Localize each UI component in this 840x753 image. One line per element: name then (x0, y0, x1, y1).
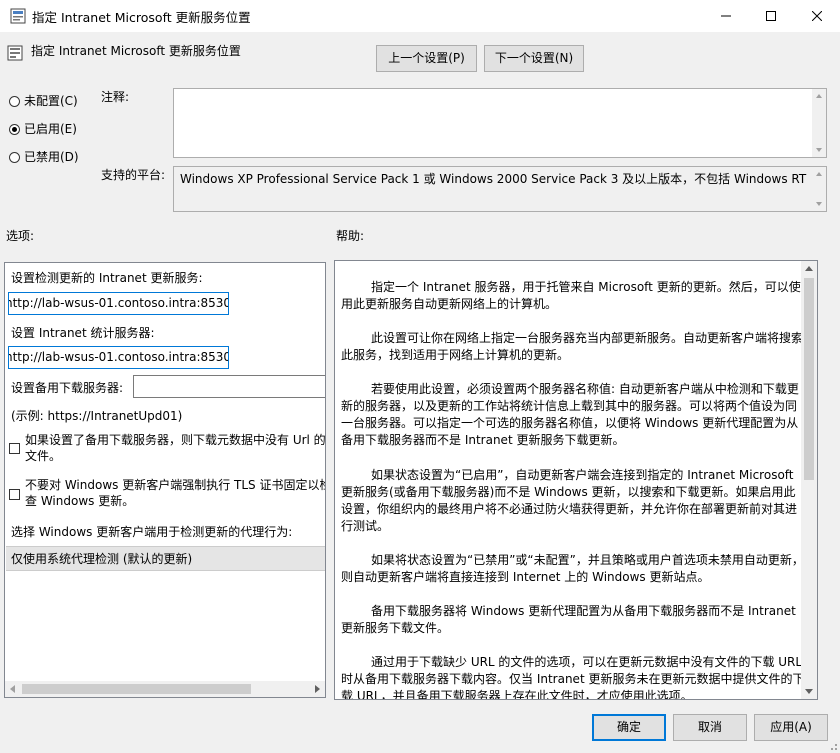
scroll-arrows-icon (816, 172, 822, 206)
radio-label: 已启用(E) (24, 122, 77, 136)
scroll-right-icon (315, 685, 320, 693)
download-no-url-label: 如果设置了备用下载服务器，则下载元数据中没有 Url 的文件。 (25, 433, 326, 463)
options-panel: 设置检测更新的 Intranet 更新服务: http://lab-wsus-0… (4, 262, 326, 698)
title-bar: 指定 Intranet Microsoft 更新服务位置 (0, 0, 840, 32)
radio-circle (9, 124, 20, 135)
stats-server-input[interactable]: http://lab-wsus-01.contoso.intra:8530 (8, 346, 229, 369)
platform-textbox: Windows XP Professional Service Pack 1 或… (173, 166, 827, 212)
help-paragraph: 如果状态设置为“已启用”，自动更新客户端会连接到指定的 Intranet Mic… (341, 468, 798, 533)
help-paragraph: 如果将状态设置为“已禁用”或“未配置”，并且策略或用户首选项未禁用自动更新，则自… (341, 553, 804, 584)
resize-grip-icon[interactable] (826, 739, 838, 751)
maximize-icon (766, 11, 776, 21)
help-paragraph: 通过用于下载缺少 URL 的文件的选项，可以在更新元数据中没有文件的下载 URL… (341, 655, 805, 700)
radio-disabled[interactable]: 已禁用(D) (9, 148, 79, 165)
comment-label: 注释: (101, 90, 130, 104)
scroll-up-icon (805, 266, 813, 271)
minimize-icon (721, 15, 731, 17)
comment-textarea[interactable] (173, 88, 827, 158)
maximize-button[interactable] (748, 0, 794, 32)
help-heading: 帮助: (336, 229, 365, 243)
options-heading: 选项: (6, 229, 35, 243)
detect-server-input[interactable]: http://lab-wsus-01.contoso.intra:8530 (8, 292, 229, 315)
alt-download-label: 设置备用下载服务器: (11, 381, 124, 395)
platform-scrollbar[interactable] (812, 167, 826, 211)
options-horizontal-scrollbar[interactable] (5, 681, 325, 697)
previous-setting-button[interactable]: 上一个设置(P) (376, 45, 477, 72)
proxy-behavior-label: 选择 Windows 更新客户端用于检测更新的代理行为: (11, 525, 293, 539)
detect-server-label: 设置检测更新的 Intranet 更新服务: (11, 271, 203, 285)
help-vertical-scrollbar[interactable] (801, 261, 817, 699)
radio-label: 未配置(C) (24, 94, 78, 108)
help-paragraph: 指定一个 Intranet 服务器，用于托管来自 Microsoft 更新的更新… (341, 280, 801, 311)
ok-button[interactable]: 确定 (592, 714, 666, 741)
minimize-button[interactable] (703, 0, 749, 32)
policy-setting-icon (7, 45, 23, 61)
setting-title: 指定 Intranet Microsoft 更新服务位置 (31, 44, 241, 58)
download-no-url-checkbox[interactable] (9, 443, 20, 454)
close-button[interactable] (794, 0, 840, 32)
platform-label: 支持的平台: (101, 168, 166, 182)
help-paragraph: 若要使用此设置，必须设置两个服务器名称值: 自动更新客户端从中检测和下载更新的服… (341, 382, 799, 447)
example-text: (示例: https://IntranetUpd01) (11, 409, 183, 423)
help-panel: 指定一个 Intranet 服务器，用于托管来自 Microsoft 更新的更新… (334, 260, 818, 700)
stats-server-label: 设置 Intranet 统计服务器: (11, 326, 155, 340)
comment-scrollbar[interactable] (812, 89, 826, 157)
radio-circle (9, 152, 20, 163)
next-setting-button[interactable]: 下一个设置(N) (484, 45, 584, 72)
tls-pinning-label: 不要对 Windows 更新客户端强制执行 TLS 证书固定以检查 Window… (25, 478, 326, 508)
scroll-down-icon (805, 689, 813, 694)
close-icon (811, 10, 823, 22)
radio-not-configured[interactable]: 未配置(C) (9, 92, 78, 109)
scroll-left-icon (10, 685, 15, 693)
radio-enabled[interactable]: 已启用(E) (9, 120, 77, 137)
alt-download-input[interactable] (133, 375, 325, 398)
scroll-thumb[interactable] (804, 278, 814, 480)
radio-circle (9, 96, 20, 107)
scroll-arrows-icon (816, 94, 822, 152)
help-paragraph: 备用下载服务器将 Windows 更新代理配置为从备用下载服务器而不是 Intr… (341, 604, 796, 635)
radio-label: 已禁用(D) (24, 150, 79, 164)
cancel-button[interactable]: 取消 (673, 714, 747, 741)
proxy-behavior-dropdown[interactable]: 仅使用系统代理检测 (默认的更新) (6, 546, 325, 571)
tls-pinning-checkbox[interactable] (9, 489, 20, 500)
apply-button[interactable]: 应用(A) (754, 714, 828, 741)
platform-value: Windows XP Professional Service Pack 1 或… (180, 172, 807, 186)
policy-icon (10, 8, 26, 24)
help-paragraph: 此设置可让你在网络上指定一台服务器充当内部更新服务。自动更新客户端将搜索此服务，… (341, 331, 804, 362)
scroll-thumb[interactable] (22, 684, 251, 694)
window-title: 指定 Intranet Microsoft 更新服务位置 (32, 10, 251, 25)
